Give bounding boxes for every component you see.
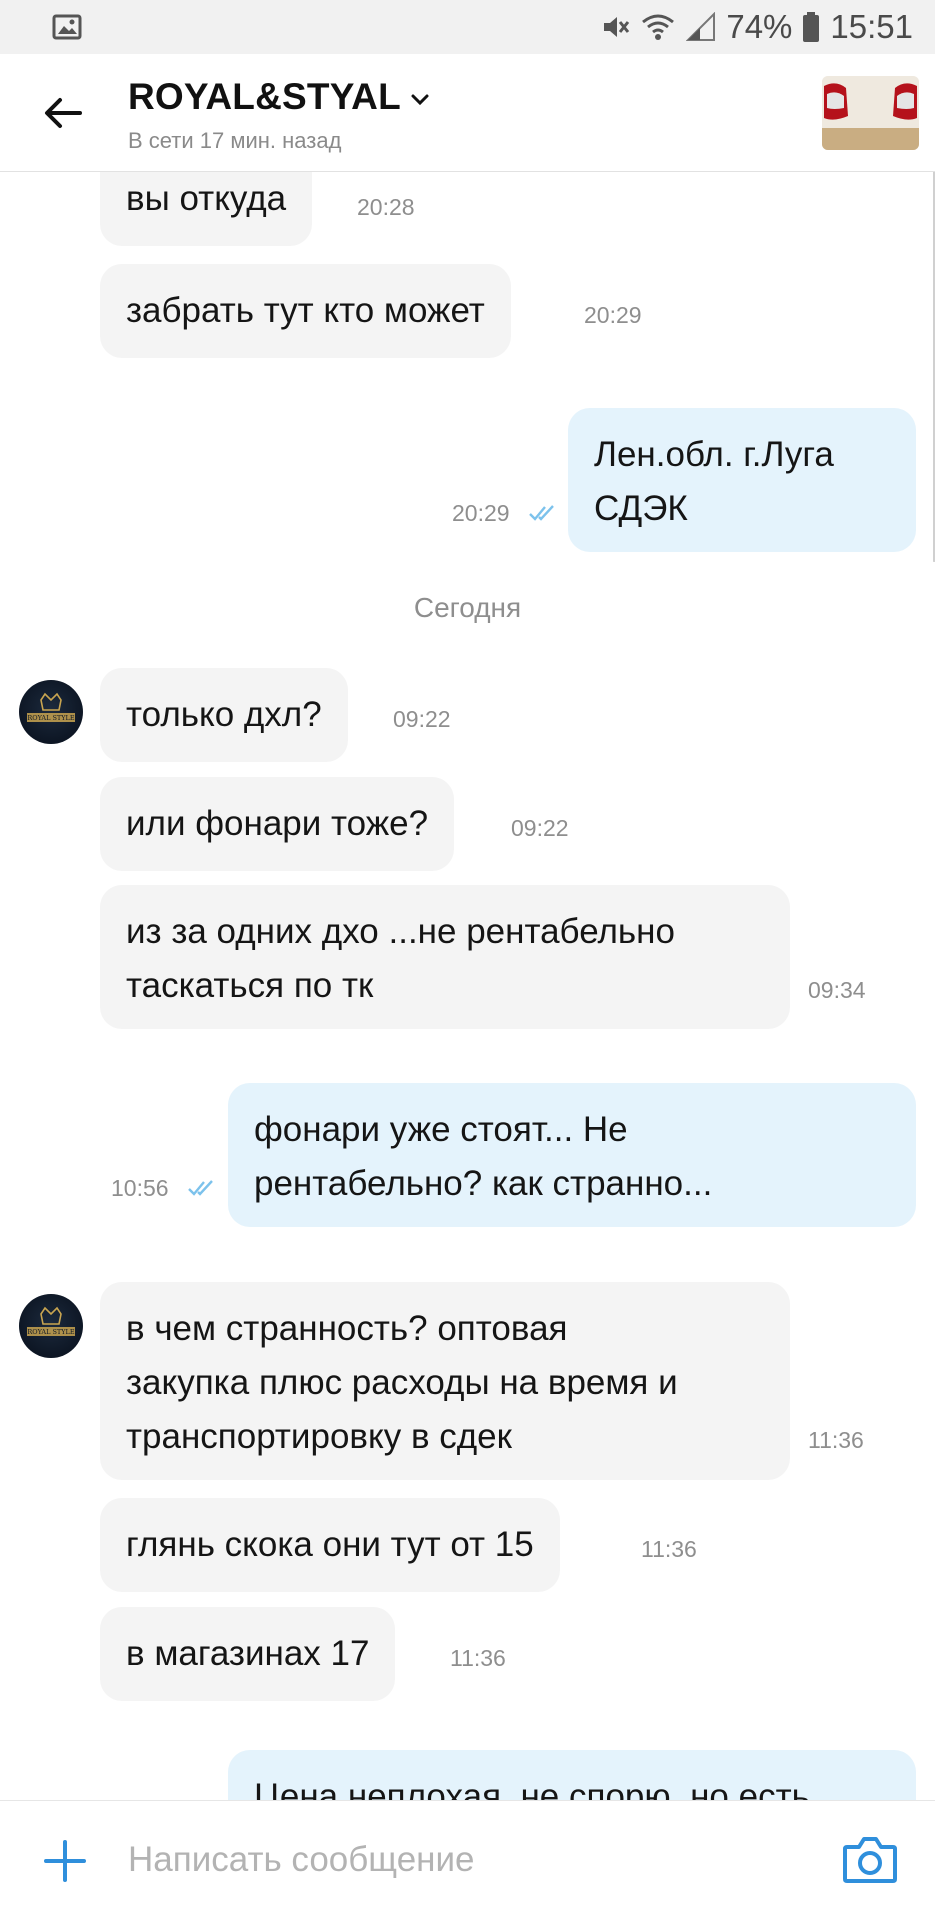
- battery-percent: 74%: [726, 8, 793, 45]
- avatar-label: ROYAL STYLE: [27, 1328, 74, 1336]
- signal-icon: [686, 12, 716, 41]
- chat-title[interactable]: ROYAL&STYAL: [128, 76, 401, 118]
- message-text-line: в чем странность? оптовая: [126, 1309, 568, 1348]
- message-time: 20:29: [452, 500, 510, 526]
- message-text-line: фонари уже стоят... Не: [254, 1110, 628, 1149]
- product-thumbnail[interactable]: [822, 76, 919, 150]
- message-bubble[interactable]: глянь скока они тут от 15: [100, 1498, 560, 1592]
- double-check-icon: [529, 505, 554, 521]
- message-text: забрать тут кто может: [126, 291, 485, 330]
- status-bar: 74% 15:51: [0, 0, 935, 54]
- message-time: 10:56: [111, 1175, 169, 1201]
- message-text-line: таскаться по тк: [126, 966, 374, 1005]
- avatar[interactable]: ROYAL STYLE: [19, 1294, 83, 1358]
- message-time: 09:34: [808, 977, 866, 1003]
- date-separator: Сегодня: [413, 592, 522, 623]
- message-time: 11:36: [450, 1645, 506, 1671]
- message-time: 09:22: [511, 815, 569, 841]
- message-text-line: Лен.обл. г.Луга: [594, 435, 834, 474]
- message-bubble[interactable]: из за одних дхо ...не рентабельно таскат…: [100, 885, 790, 1029]
- message-bubble[interactable]: в чем странность? оптовая закупка плюс р…: [100, 1282, 790, 1480]
- message-bubble[interactable]: или фонари тоже?: [100, 777, 455, 871]
- plus-icon[interactable]: [40, 1836, 90, 1886]
- message-text: глянь скока они тут от 15: [126, 1525, 534, 1564]
- message-text: вы откуда: [126, 179, 287, 218]
- message-bubble[interactable]: забрать тут кто может: [100, 264, 511, 358]
- message-bubble[interactable]: Цена неплохая, не спорю, но есть: [228, 1750, 916, 1800]
- message-bubble[interactable]: вы откуда: [100, 172, 313, 246]
- message-time: 20:29: [584, 302, 642, 328]
- message-text-line: СДЭК: [594, 489, 688, 528]
- message-feed[interactable]: вы откуда 20:28 забрать тут кто может 20…: [0, 172, 935, 1800]
- message-time: 11:36: [808, 1427, 864, 1453]
- message-bubble[interactable]: фонари уже стоят... Не рентабельно? как …: [228, 1083, 916, 1227]
- message-text-line: транспортировку в сдек: [126, 1417, 512, 1456]
- message-text-line: рентабельно? как странно...: [254, 1164, 713, 1203]
- message-bubble[interactable]: только дхл?: [100, 668, 348, 762]
- message-text-line: из за одних дхо ...не рентабельно: [126, 912, 675, 951]
- image-icon: [52, 14, 82, 40]
- message-bubble[interactable]: Лен.обл. г.Луга СДЭК: [568, 408, 916, 552]
- chat-title-area[interactable]: ROYAL&STYAL В сети 17 мин. назад: [128, 76, 431, 154]
- wifi-icon: [642, 14, 675, 40]
- message-text: в магазинах 17: [126, 1634, 370, 1673]
- message-input[interactable]: [128, 1829, 808, 1891]
- chat-header: ROYAL&STYAL В сети 17 мин. назад: [0, 54, 935, 172]
- message-bubble[interactable]: в магазинах 17: [100, 1607, 396, 1701]
- last-seen-status: В сети 17 мин. назад: [128, 128, 342, 153]
- message-text: Цена неплохая, не спорю, но есть: [254, 1777, 810, 1800]
- double-check-icon: [188, 1180, 213, 1196]
- avatar-label: ROYAL STYLE: [27, 714, 74, 722]
- message-text: или фонари тоже?: [126, 804, 429, 843]
- camera-icon[interactable]: [841, 1831, 899, 1887]
- message-text-line: закупка плюс расходы на время и: [126, 1363, 678, 1402]
- message-text: только дхл?: [126, 695, 322, 734]
- message-time: 09:22: [393, 706, 451, 732]
- chevron-down-icon[interactable]: [409, 88, 431, 110]
- battery-icon: [803, 12, 820, 42]
- message-composer: [0, 1800, 935, 1920]
- clock: 15:51: [830, 8, 913, 45]
- back-arrow-icon[interactable]: [40, 90, 86, 136]
- avatar[interactable]: ROYAL STYLE: [19, 680, 83, 744]
- mute-icon: [604, 17, 630, 37]
- message-time: 11:36: [641, 1536, 697, 1562]
- message-time: 20:28: [357, 194, 415, 220]
- scrollbar[interactable]: [927, 172, 935, 562]
